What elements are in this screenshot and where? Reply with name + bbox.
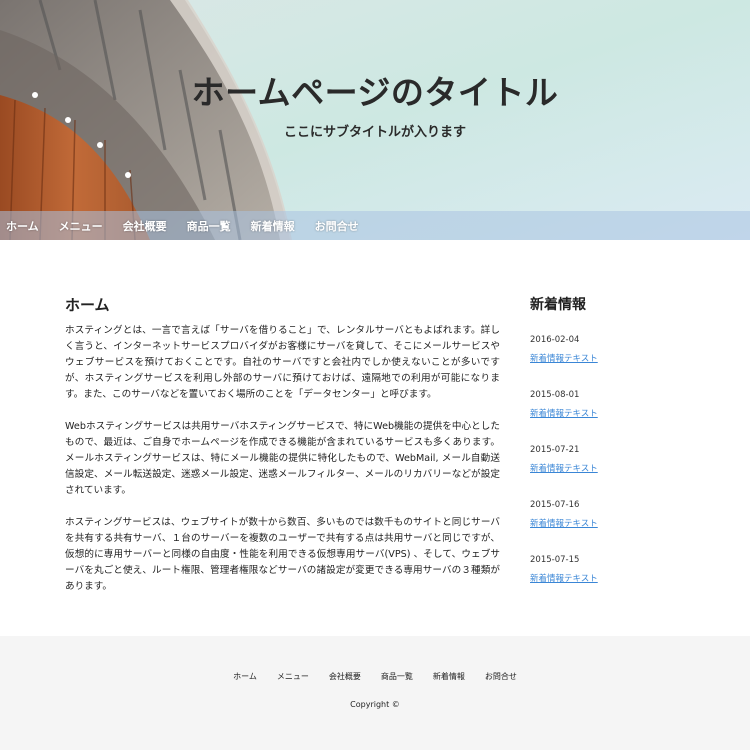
nav-item-menu[interactable]: メニュー — [59, 218, 103, 234]
news-item: 2015-07-21 新着情報テキスト — [530, 444, 710, 477]
footer-item-products[interactable]: 商品一覧 — [381, 671, 413, 682]
nav-item-home[interactable]: ホーム — [6, 218, 39, 234]
news-link[interactable]: 新着情報テキスト — [530, 409, 598, 419]
news-link[interactable]: 新着情報テキスト — [530, 354, 598, 364]
news-date: 2015-07-16 — [530, 500, 580, 510]
sidebar-heading: 新着情報 — [530, 297, 586, 313]
footer: ホーム メニュー 会社概要 商品一覧 新着情報 お問合せ Copyright © — [0, 636, 750, 750]
news-date: 2016-02-04 — [530, 335, 580, 345]
footer-item-company[interactable]: 会社概要 — [329, 671, 361, 682]
news-item: 2015-08-01 新着情報テキスト — [530, 389, 710, 422]
content-paragraph: Webホスティングサービスは共用サーバホスティングサービスで、特にWeb機能の提… — [65, 421, 500, 496]
footer-item-news[interactable]: 新着情報 — [433, 671, 465, 682]
main-nav: ホーム メニュー 会社概要 商品一覧 新着情報 お問合せ — [0, 211, 750, 240]
news-date: 2015-07-21 — [530, 445, 580, 455]
copyright: Copyright © — [350, 700, 400, 709]
news-link[interactable]: 新着情報テキスト — [530, 574, 598, 584]
page-subtitle: ここにサブタイトルが入ります — [0, 121, 750, 140]
footer-nav: ホーム メニュー 会社概要 商品一覧 新着情報 お問合せ — [0, 671, 750, 682]
content-paragraph: ホスティングサービスは、ウェブサイトが数十から数百、多いものでは数千ものサイトと… — [65, 517, 500, 592]
hero-background-image — [0, 0, 750, 240]
news-item: 2016-02-04 新着情報テキスト — [530, 334, 710, 367]
content-heading: ホーム — [65, 296, 110, 314]
news-item: 2015-07-16 新着情報テキスト — [530, 499, 710, 532]
news-date: 2015-07-15 — [530, 555, 580, 565]
news-item: 2015-07-15 新着情報テキスト — [530, 554, 710, 587]
footer-item-home[interactable]: ホーム — [233, 671, 257, 682]
sidebar: 新着情報 2016-02-04 新着情報テキスト 2015-08-01 新着情報… — [530, 294, 710, 609]
nav-item-company[interactable]: 会社概要 — [123, 218, 167, 234]
nav-item-news[interactable]: 新着情報 — [251, 218, 295, 234]
news-link[interactable]: 新着情報テキスト — [530, 464, 598, 474]
footer-item-contact[interactable]: お問合せ — [485, 671, 517, 682]
page-title: ホームページのタイトル — [191, 73, 559, 112]
hero-header: ホームページのタイトル ここにサブタイトルが入ります ホーム メニュー 会社概要… — [0, 0, 750, 240]
page-subtitle-text: ここにサブタイトルが入ります — [283, 125, 466, 140]
main-area: ホーム ホスティングとは、一言で言えば「サーバを借りること」で、レンタルサーバと… — [0, 240, 750, 636]
content-paragraph: ホスティングとは、一言で言えば「サーバを借りること」で、レンタルサーバともよばれ… — [65, 325, 500, 400]
news-date: 2015-08-01 — [530, 390, 580, 400]
nav-item-products[interactable]: 商品一覧 — [187, 218, 231, 234]
news-link[interactable]: 新着情報テキスト — [530, 519, 598, 529]
nav-item-contact[interactable]: お問合せ — [315, 218, 359, 234]
footer-item-menu[interactable]: メニュー — [277, 671, 309, 682]
main-content: ホーム ホスティングとは、一言で言えば「サーバを借りること」で、レンタルサーバと… — [65, 294, 500, 611]
